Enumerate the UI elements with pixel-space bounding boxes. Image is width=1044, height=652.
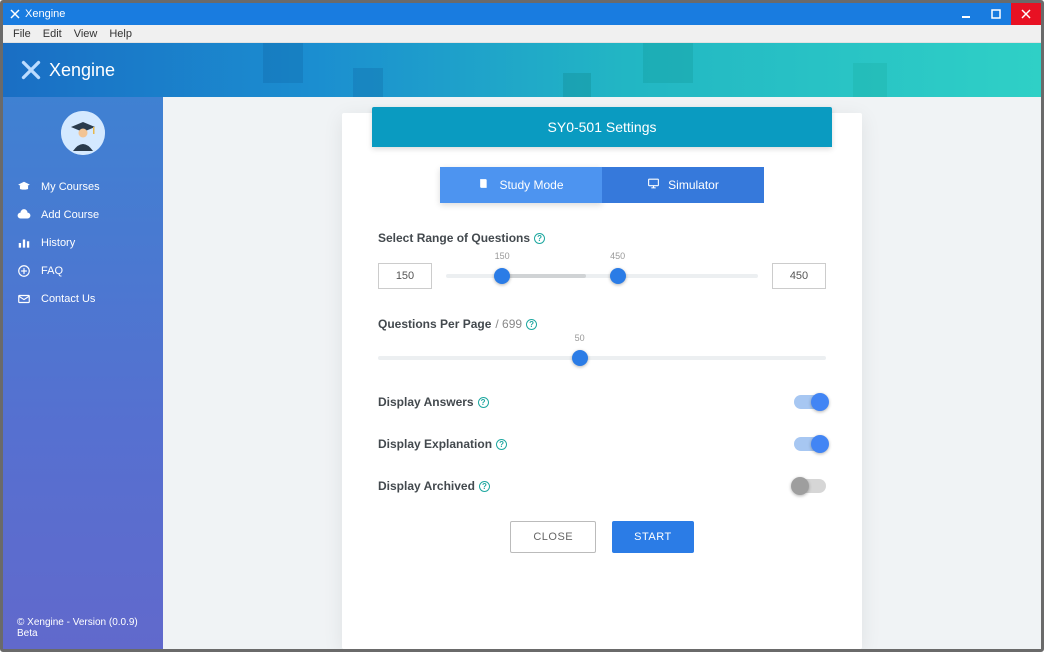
start-button[interactable]: START xyxy=(612,521,694,553)
help-icon[interactable]: ? xyxy=(479,481,490,492)
maximize-button[interactable] xyxy=(981,3,1011,25)
toggle-answers[interactable] xyxy=(794,395,826,409)
menu-view[interactable]: View xyxy=(68,28,104,40)
brand-name: Xengine xyxy=(49,60,115,81)
window-title-bar: Xengine xyxy=(3,3,1041,25)
graduation-cap-icon xyxy=(17,180,31,194)
per-page-total: / 699 xyxy=(495,317,522,331)
brand-logo-icon xyxy=(21,60,41,80)
menu-edit[interactable]: Edit xyxy=(37,28,68,40)
toggle-answers-label: Display Answers xyxy=(378,395,474,409)
help-icon[interactable]: ? xyxy=(478,397,489,408)
range-handle-max[interactable] xyxy=(610,268,626,284)
sidebar-item-my-courses[interactable]: My Courses xyxy=(3,173,163,201)
plus-circle-icon xyxy=(17,264,31,278)
mode-tabs: Study Mode Simulator xyxy=(342,167,862,203)
per-page-slider[interactable]: 50 xyxy=(378,349,826,367)
app-logo-icon xyxy=(9,8,21,20)
close-button[interactable]: CLOSE xyxy=(510,521,596,553)
per-page-handle[interactable] xyxy=(572,350,588,366)
settings-title: SY0-501 Settings xyxy=(372,107,832,147)
menu-bar: File Edit View Help xyxy=(3,25,1041,43)
chart-icon xyxy=(17,236,31,250)
range-max-input[interactable] xyxy=(772,263,826,289)
sidebar: My Courses Add Course History FAQ Contac… xyxy=(3,97,163,649)
sidebar-item-contact[interactable]: Contact Us xyxy=(3,285,163,313)
sidebar-item-label: My Courses xyxy=(41,181,100,193)
sidebar-item-label: FAQ xyxy=(41,265,63,277)
per-page-label: Questions Per Page xyxy=(378,317,491,331)
monitor-icon xyxy=(647,177,660,193)
close-window-button[interactable] xyxy=(1011,3,1041,25)
sidebar-item-history[interactable]: History xyxy=(3,229,163,257)
sidebar-item-label: Add Course xyxy=(41,209,99,221)
window-title: Xengine xyxy=(25,8,65,20)
envelope-icon xyxy=(17,292,31,306)
sidebar-item-add-course[interactable]: Add Course xyxy=(3,201,163,229)
sidebar-item-label: Contact Us xyxy=(41,293,95,305)
app-header: Xengine xyxy=(3,43,1041,97)
toggle-archived[interactable] xyxy=(794,479,826,493)
toggle-explanation[interactable] xyxy=(794,437,826,451)
book-icon xyxy=(478,177,491,193)
minimize-button[interactable] xyxy=(951,3,981,25)
copyright-text: © Xengine - Version (0.0.9) Beta xyxy=(3,607,163,649)
range-min-input[interactable] xyxy=(378,263,432,289)
tab-simulator[interactable]: Simulator xyxy=(602,167,764,203)
cloud-icon xyxy=(17,208,31,222)
menu-file[interactable]: File xyxy=(7,28,37,40)
avatar[interactable] xyxy=(61,111,105,155)
tab-study-mode[interactable]: Study Mode xyxy=(440,167,602,203)
menu-help[interactable]: Help xyxy=(103,28,138,40)
sidebar-item-faq[interactable]: FAQ xyxy=(3,257,163,285)
sidebar-item-label: History xyxy=(41,237,75,249)
range-handle-min[interactable] xyxy=(494,268,510,284)
range-label: Select Range of Questions xyxy=(378,231,530,245)
toggle-explanation-label: Display Explanation xyxy=(378,437,492,451)
help-icon[interactable]: ? xyxy=(526,319,537,330)
toggle-archived-label: Display Archived xyxy=(378,479,475,493)
settings-card: SY0-501 Settings Study Mode Simulator Se… xyxy=(342,113,862,649)
range-slider[interactable]: 150 450 xyxy=(446,267,758,285)
help-icon[interactable]: ? xyxy=(496,439,507,450)
help-icon[interactable]: ? xyxy=(534,233,545,244)
